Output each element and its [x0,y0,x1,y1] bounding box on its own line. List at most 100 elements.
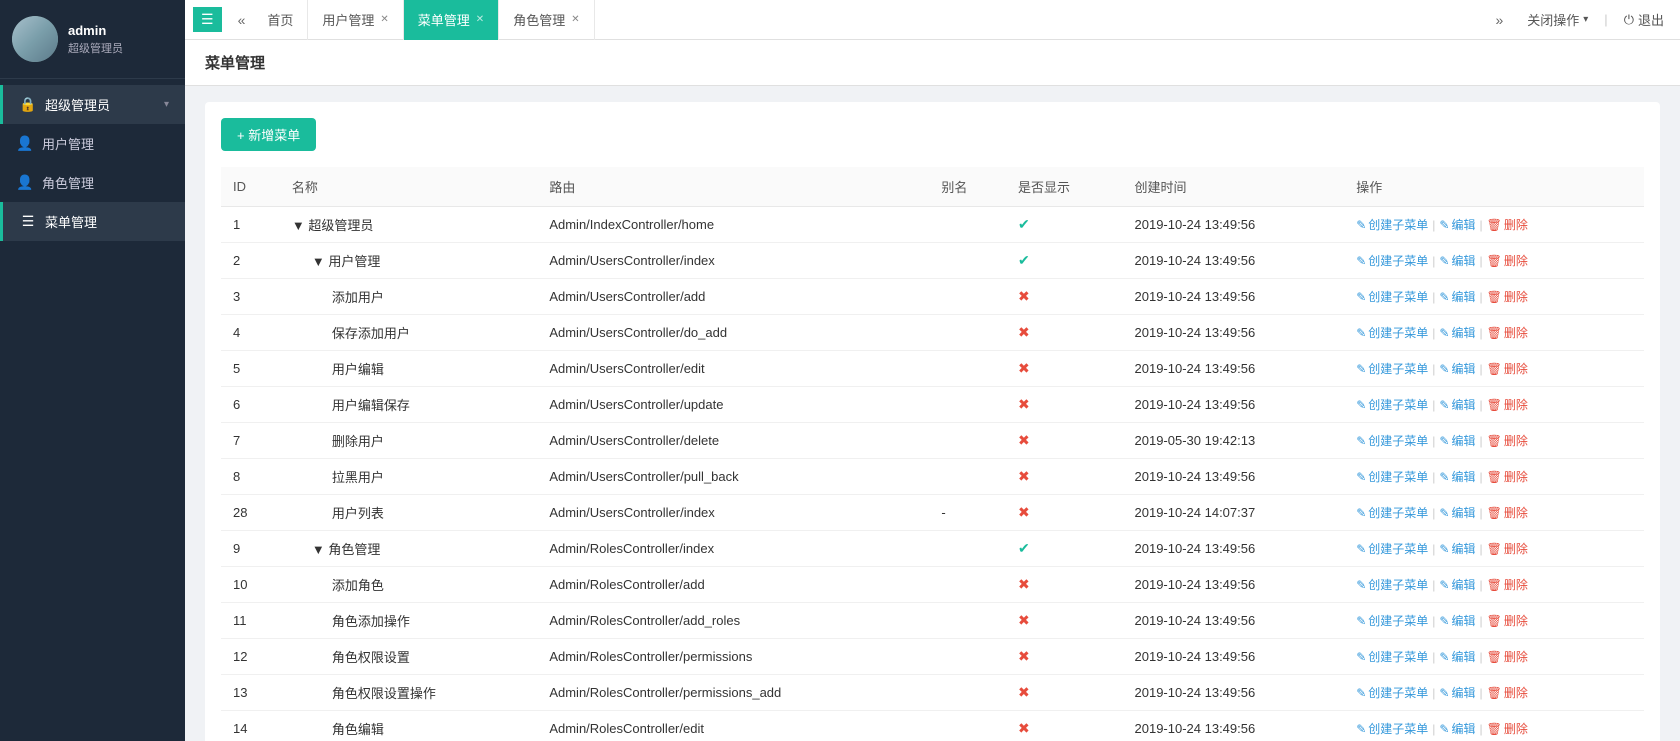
edit-link[interactable]: ✎ 编辑 [1439,648,1475,665]
delete-link[interactable]: 🗑 删除 [1487,216,1528,233]
edit-link[interactable]: ✎ 编辑 [1439,216,1475,233]
tab-role-mgmt[interactable]: 角色管理 ✕ [499,0,594,40]
close-operations-button[interactable]: 关闭操作 ▾ [1519,6,1596,33]
delete-link[interactable]: 🗑 删除 [1487,648,1528,665]
cell-route: Admin/UsersController/do_add [537,315,929,351]
tab-menu-mgmt-label: 菜单管理 [418,10,470,29]
edit-link[interactable]: ✎ 编辑 [1439,468,1475,485]
delete-link[interactable]: 🗑 删除 [1487,612,1528,629]
hamburger-button[interactable]: ☰ [193,7,222,32]
create-icon: ✎ [1356,362,1366,376]
create-submenu-link[interactable]: ✎ 创建子菜单 [1356,252,1428,269]
delete-link[interactable]: 🗑 删除 [1487,504,1528,521]
nav-next-button[interactable]: » [1487,8,1511,32]
cell-id: 7 [221,423,280,459]
delete-link[interactable]: 🗑 删除 [1487,324,1528,341]
col-name: 名称 [280,167,537,207]
create-submenu-link[interactable]: ✎ 创建子菜单 [1356,468,1428,485]
edit-link[interactable]: ✎ 编辑 [1439,360,1475,377]
edit-link[interactable]: ✎ 编辑 [1439,432,1475,449]
cell-route: Admin/RolesController/add [537,567,929,603]
tab-role-mgmt-close[interactable]: ✕ [571,14,579,25]
tab-user-mgmt-close[interactable]: ✕ [380,14,388,25]
cell-action: ✎ 创建子菜单 | ✎ 编辑 | 🗑 删除 [1344,243,1644,279]
tab-user-mgmt[interactable]: 用户管理 ✕ [308,0,403,40]
create-submenu-link[interactable]: ✎ 创建子菜单 [1356,216,1428,233]
create-submenu-link[interactable]: ✎ 创建子菜单 [1356,360,1428,377]
cell-time: 2019-10-24 13:49:56 [1123,387,1345,423]
create-submenu-link[interactable]: ✎ 创建子菜单 [1356,432,1428,449]
create-submenu-link[interactable]: ✎ 创建子菜单 [1356,288,1428,305]
cell-show: ✖ [1006,711,1122,741]
main-content: ☰ « 首页 用户管理 ✕ 菜单管理 ✕ 角色管理 ✕ » 关闭操作 ▾ [185,0,1680,741]
edit-link[interactable]: ✎ 编辑 [1439,504,1475,521]
cross-icon: ✖ [1018,360,1030,376]
create-submenu-link[interactable]: ✎ 创建子菜单 [1356,684,1428,701]
create-submenu-link[interactable]: ✎ 创建子菜单 [1356,324,1428,341]
tab-home[interactable]: 首页 [253,0,308,40]
create-submenu-link[interactable]: ✎ 创建子菜单 [1356,720,1428,737]
edit-link[interactable]: ✎ 编辑 [1439,396,1475,413]
delete-link[interactable]: 🗑 删除 [1487,576,1528,593]
delete-link[interactable]: 🗑 删除 [1487,684,1528,701]
nav-prev-button[interactable]: « [230,8,254,32]
delete-link[interactable]: 🗑 删除 [1487,468,1528,485]
delete-link[interactable]: 🗑 删除 [1487,396,1528,413]
create-icon: ✎ [1356,686,1366,700]
delete-link[interactable]: 🗑 删除 [1487,360,1528,377]
tab-menu-mgmt-close[interactable]: ✕ [476,14,484,25]
col-alias: 别名 [929,167,1006,207]
cell-action: ✎ 创建子菜单 | ✎ 编辑 | 🗑 删除 [1344,639,1644,675]
edit-link[interactable]: ✎ 编辑 [1439,288,1475,305]
cross-icon: ✖ [1018,432,1030,448]
exit-button[interactable]: ⏻ 退出 [1616,6,1672,33]
sidebar-item-role-mgmt[interactable]: 👤 角色管理 [0,163,185,202]
cell-show: ✖ [1006,279,1122,315]
table-row: 10添加角色Admin/RolesController/add✖2019-10-… [221,567,1644,603]
create-submenu-link[interactable]: ✎ 创建子菜单 [1356,396,1428,413]
create-icon: ✎ [1356,542,1366,556]
sidebar-item-menu-mgmt[interactable]: ☰ 菜单管理 [0,202,185,241]
edit-icon: ✎ [1439,722,1449,736]
cross-icon: ✖ [1018,396,1030,412]
delete-link[interactable]: 🗑 删除 [1487,540,1528,557]
edit-link[interactable]: ✎ 编辑 [1439,324,1475,341]
edit-link[interactable]: ✎ 编辑 [1439,684,1475,701]
delete-icon: 🗑 [1487,398,1502,412]
edit-link[interactable]: ✎ 编辑 [1439,540,1475,557]
add-menu-button[interactable]: + 新增菜单 [221,118,316,151]
tab-menu-mgmt[interactable]: 菜单管理 ✕ [404,0,499,40]
menu-icon: ☰ [19,213,37,230]
edit-icon: ✎ [1439,434,1449,448]
create-submenu-link[interactable]: ✎ 创建子菜单 [1356,540,1428,557]
sidebar-item-super-admin[interactable]: 🔒 超级管理员 ▾ [0,85,185,124]
cell-route: Admin/UsersController/update [537,387,929,423]
cell-show: ✔ [1006,207,1122,243]
cell-action: ✎ 创建子菜单 | ✎ 编辑 | 🗑 删除 [1344,531,1644,567]
cell-action: ✎ 创建子菜单 | ✎ 编辑 | 🗑 删除 [1344,207,1644,243]
table-row: 2▼ 用户管理Admin/UsersController/index✔2019-… [221,243,1644,279]
delete-link[interactable]: 🗑 删除 [1487,432,1528,449]
edit-link[interactable]: ✎ 编辑 [1439,720,1475,737]
cell-alias [929,531,1006,567]
avatar [12,16,58,62]
action-links: ✎ 创建子菜单 | ✎ 编辑 | 🗑 删除 [1356,252,1632,269]
edit-link[interactable]: ✎ 编辑 [1439,612,1475,629]
delete-link[interactable]: 🗑 删除 [1487,288,1528,305]
edit-icon: ✎ [1439,506,1449,520]
delete-link[interactable]: 🗑 删除 [1487,252,1528,269]
edit-link[interactable]: ✎ 编辑 [1439,252,1475,269]
sidebar-section: 🔒 超级管理员 ▾ 👤 用户管理 👤 角色管理 ☰ [0,79,185,247]
cell-action: ✎ 创建子菜单 | ✎ 编辑 | 🗑 删除 [1344,675,1644,711]
create-submenu-link[interactable]: ✎ 创建子菜单 [1356,504,1428,521]
sidebar-item-user-mgmt[interactable]: 👤 用户管理 [0,124,185,163]
create-submenu-link[interactable]: ✎ 创建子菜单 [1356,612,1428,629]
create-submenu-link[interactable]: ✎ 创建子菜单 [1356,576,1428,593]
table-row: 8拉黑用户Admin/UsersController/pull_back✖201… [221,459,1644,495]
cell-show: ✖ [1006,315,1122,351]
edit-link[interactable]: ✎ 编辑 [1439,576,1475,593]
create-submenu-link[interactable]: ✎ 创建子菜单 [1356,648,1428,665]
sidebar-item-super-admin-label: 超级管理员 [45,95,110,114]
delete-link[interactable]: 🗑 删除 [1487,720,1528,737]
table-row: 1▼ 超级管理员Admin/IndexController/home✔2019-… [221,207,1644,243]
